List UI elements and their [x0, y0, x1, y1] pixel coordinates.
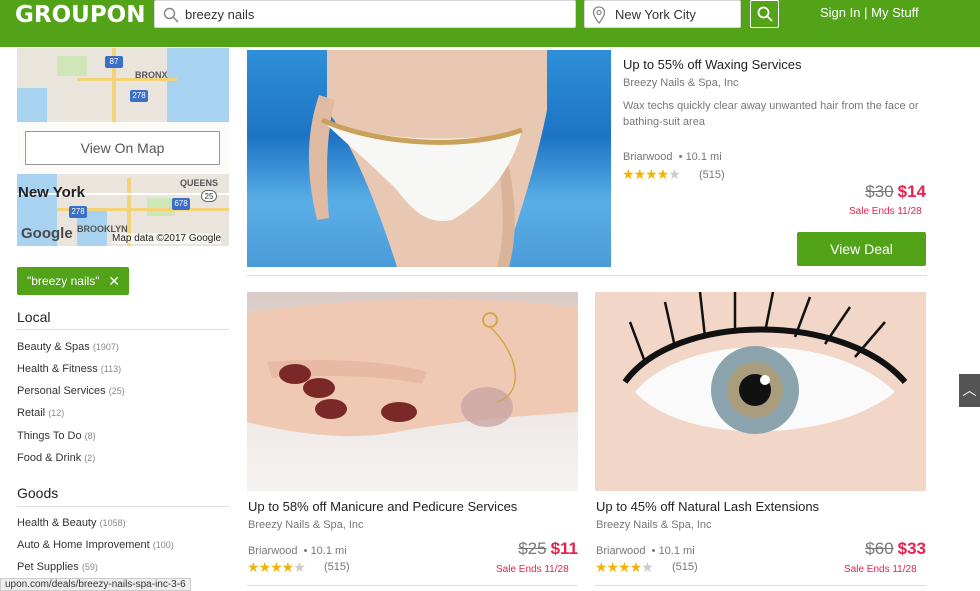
map-label-queens: QUEENS [180, 178, 219, 188]
highway-shield: 678 [172, 198, 190, 210]
deal-title[interactable]: Up to 55% off Waxing Services [623, 57, 801, 72]
deal-location: Briarwood • 10.1 mi [248, 545, 347, 557]
map-label-bronx: BRONX [135, 70, 168, 80]
deal-location: Briarwood • 10.1 mi [596, 545, 695, 557]
sale-ends: Sale Ends 11/28 [496, 564, 569, 575]
deal-price: $25 $11 [518, 539, 578, 558]
divider [17, 329, 229, 330]
map-water [167, 48, 229, 122]
map-credit: Map data ©2017 Google [112, 233, 222, 244]
highway-shield: 87 [105, 56, 123, 68]
divider [247, 585, 578, 586]
rating-stars: ★★★★★ [247, 559, 306, 575]
deal-price: $60 $33 [865, 539, 926, 558]
deal-merchant: Breezy Nails & Spa, Inc [623, 77, 739, 89]
my-stuff-link[interactable]: My Stuff [871, 5, 918, 20]
chevron-up-icon: ︿ [962, 382, 977, 398]
deal-title[interactable]: Up to 45% off Natural Lash Extensions [596, 499, 819, 514]
category-link-things-to-do[interactable]: Things To Do (8) [17, 430, 96, 442]
map-preview[interactable]: 87 BRONX 278 View On Map New York QUEENS… [17, 48, 229, 246]
category-link-beauty-spas[interactable]: Beauty & Spas (1907) [17, 341, 119, 353]
sale-ends: Sale Ends 11/28 [844, 564, 917, 575]
map-label-new-york: New York [18, 184, 85, 201]
category-link-pet-supplies[interactable]: Pet Supplies (59) [17, 561, 98, 573]
section-title-goods: Goods [17, 485, 59, 501]
filter-chip-label: "breezy nails" [27, 274, 100, 288]
deal-merchant: Breezy Nails & Spa, Inc [248, 519, 364, 531]
category-link-auto-home[interactable]: Auto & Home Improvement (100) [17, 539, 174, 551]
search-box[interactable] [154, 0, 576, 28]
deal-description: Wax techs quickly clear away unwanted ha… [623, 100, 919, 128]
search-filter-chip[interactable]: "breezy nails" ✕ [17, 267, 129, 295]
location-box[interactable] [584, 0, 741, 28]
deal-photo [247, 299, 578, 437]
view-deal-button[interactable]: View Deal [797, 232, 926, 266]
deal-image-waxing[interactable] [247, 50, 611, 267]
deal-photo [308, 50, 547, 267]
review-count: (515) [324, 561, 350, 573]
view-on-map-button[interactable]: View On Map [25, 131, 220, 165]
search-icon [757, 6, 773, 22]
google-logo: Google [21, 225, 73, 242]
deal-photo [595, 292, 926, 491]
divider [247, 275, 927, 276]
category-link-health-fitness[interactable]: Health & Fitness (113) [17, 363, 121, 375]
deal-image-manicure[interactable] [247, 292, 578, 491]
highway-shield: 278 [130, 90, 148, 102]
groupon-logo[interactable]: GROUPON [15, 2, 145, 28]
deal-merchant: Breezy Nails & Spa, Inc [596, 519, 712, 531]
divider [17, 506, 229, 507]
category-link-personal-services[interactable]: Personal Services (25) [17, 385, 125, 397]
location-pin-icon [592, 6, 606, 24]
search-input[interactable] [185, 4, 565, 25]
search-button[interactable] [750, 0, 779, 28]
search-icon [163, 7, 179, 23]
account-links: Sign In | My Stuff [820, 5, 919, 20]
category-link-retail[interactable]: Retail (12) [17, 407, 64, 419]
rating-stars: ★★★★★ [595, 559, 654, 575]
review-count: (515) [672, 561, 698, 573]
sign-in-link[interactable]: Sign In [820, 5, 860, 20]
browser-status-url: upon.com/deals/breezy-nails-spa-inc-3-6 [0, 578, 191, 591]
deal-location: Briarwood • 10.1 mi [623, 151, 722, 163]
highway-shield: 278 [69, 206, 87, 218]
highway-shield: 25 [201, 190, 217, 202]
close-icon[interactable]: ✕ [108, 267, 120, 295]
section-title-local: Local [17, 309, 51, 325]
deal-image-lash-extensions[interactable] [595, 292, 926, 491]
review-count: (515) [699, 169, 725, 181]
separator: | [864, 5, 868, 20]
map-park [57, 56, 87, 76]
location-input[interactable] [615, 4, 735, 25]
map-water [17, 88, 47, 122]
sale-ends: Sale Ends 11/28 [849, 206, 922, 217]
category-link-health-beauty[interactable]: Health & Beauty (1058) [17, 517, 126, 529]
divider [595, 585, 926, 586]
rating-stars: ★★★★★ [622, 166, 681, 182]
deal-title[interactable]: Up to 58% off Manicure and Pedicure Serv… [248, 499, 517, 514]
top-navigation-bar: GROUPON Sign In | My Stuff [0, 0, 980, 47]
scroll-to-top-button[interactable]: ︿ [959, 374, 980, 407]
category-link-food-drink[interactable]: Food & Drink (2) [17, 452, 95, 464]
deal-price: $30 $14 [865, 182, 926, 201]
map-park [147, 198, 175, 216]
